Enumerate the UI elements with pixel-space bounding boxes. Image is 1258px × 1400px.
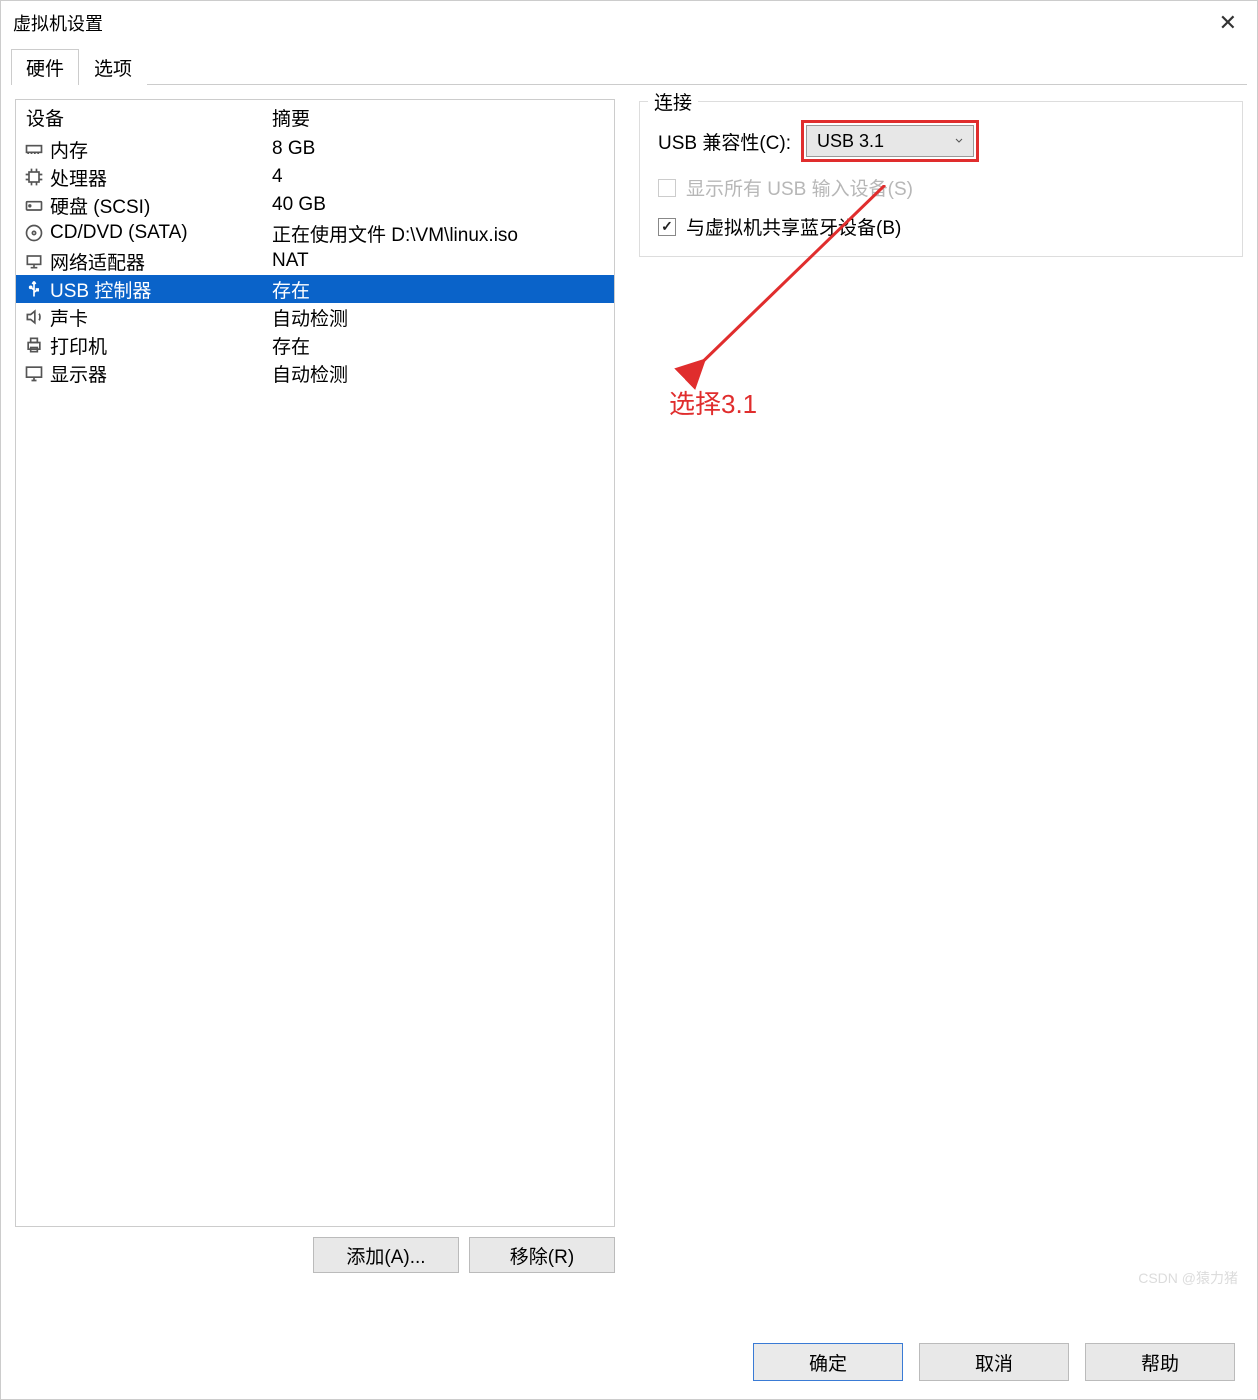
device-summary: 8 GB	[272, 138, 608, 160]
usb-compat-label: USB 兼容性(C):	[658, 128, 791, 155]
device-name: 硬盘 (SCSI)	[50, 192, 272, 219]
usb-compat-row: USB 兼容性(C): USB 3.1	[658, 120, 1224, 162]
device-list: 设备 摘要 内存 8 GB 处理器 4 硬盘 (SCSI) 40 GB	[15, 99, 615, 1227]
device-row-network[interactable]: 网络适配器 NAT	[16, 247, 614, 275]
device-list-header: 设备 摘要	[16, 100, 614, 135]
device-row-printer[interactable]: 打印机 存在	[16, 331, 614, 359]
connection-legend: 连接	[648, 88, 698, 115]
close-button[interactable]: ✕	[1211, 6, 1245, 40]
printer-icon	[22, 333, 46, 357]
device-summary: 存在	[272, 276, 608, 303]
memory-icon	[22, 137, 46, 161]
usb-icon	[22, 277, 46, 301]
device-name: CD/DVD (SATA)	[50, 222, 272, 244]
share-bluetooth-checkbox[interactable]	[658, 218, 676, 236]
device-summary: NAT	[272, 250, 608, 272]
device-name: 声卡	[50, 304, 272, 331]
device-name: 内存	[50, 136, 272, 163]
tab-hardware[interactable]: 硬件	[11, 49, 79, 85]
device-summary: 自动检测	[272, 304, 608, 331]
col-header-summary: 摘要	[272, 104, 608, 131]
cd-icon	[22, 221, 46, 245]
device-name: 显示器	[50, 360, 272, 387]
annotation-text: 选择3.1	[669, 384, 757, 421]
left-pane: 设备 摘要 内存 8 GB 处理器 4 硬盘 (SCSI) 40 GB	[15, 99, 615, 1327]
help-button[interactable]: 帮助	[1085, 1343, 1235, 1381]
device-row-cpu[interactable]: 处理器 4	[16, 163, 614, 191]
dialog-footer: 确定 取消 帮助	[1, 1327, 1257, 1399]
annotation-highlight-box: USB 3.1	[801, 120, 979, 162]
cpu-icon	[22, 165, 46, 189]
share-bluetooth-label: 与虚拟机共享蓝牙设备(B)	[686, 213, 901, 240]
device-row-hdd[interactable]: 硬盘 (SCSI) 40 GB	[16, 191, 614, 219]
connection-fieldset: 连接 USB 兼容性(C): USB 3.1 显示所有 USB 输入设备(S)	[639, 101, 1243, 257]
add-device-button[interactable]: 添加(A)...	[313, 1237, 459, 1273]
chevron-down-icon	[953, 131, 965, 152]
usb-compat-value: USB 3.1	[817, 131, 884, 152]
vm-settings-window: 虚拟机设置 ✕ 硬件 选项 设备 摘要 内存 8 GB 处理器	[0, 0, 1258, 1400]
show-all-usb-label: 显示所有 USB 输入设备(S)	[686, 174, 913, 201]
tab-bar: 硬件 选项	[1, 45, 1257, 85]
device-row-usb[interactable]: USB 控制器 存在	[16, 275, 614, 303]
show-all-usb-checkbox	[658, 179, 676, 197]
device-name: 网络适配器	[50, 248, 272, 275]
window-title: 虚拟机设置	[13, 10, 1211, 36]
device-row-display[interactable]: 显示器 自动检测	[16, 359, 614, 387]
device-summary: 4	[272, 166, 608, 188]
tab-options[interactable]: 选项	[79, 49, 147, 85]
sound-icon	[22, 305, 46, 329]
show-all-usb-row: 显示所有 USB 输入设备(S)	[658, 174, 1224, 201]
device-row-memory[interactable]: 内存 8 GB	[16, 135, 614, 163]
device-name: USB 控制器	[50, 276, 272, 303]
display-icon	[22, 361, 46, 385]
hdd-icon	[22, 193, 46, 217]
usb-compat-select[interactable]: USB 3.1	[806, 125, 974, 157]
device-summary: 存在	[272, 332, 608, 359]
device-name: 打印机	[50, 332, 272, 359]
device-row-sound[interactable]: 声卡 自动检测	[16, 303, 614, 331]
device-row-cd[interactable]: CD/DVD (SATA) 正在使用文件 D:\VM\linux.iso	[16, 219, 614, 247]
device-summary: 自动检测	[272, 360, 608, 387]
titlebar: 虚拟机设置 ✕	[1, 1, 1257, 45]
tab-spacer	[147, 49, 1247, 85]
share-bluetooth-row: 与虚拟机共享蓝牙设备(B)	[658, 213, 1224, 240]
device-buttons: 添加(A)... 移除(R)	[15, 1227, 615, 1287]
device-summary: 40 GB	[272, 194, 608, 216]
col-header-device: 设备	[26, 104, 272, 131]
device-name: 处理器	[50, 164, 272, 191]
ok-button[interactable]: 确定	[753, 1343, 903, 1381]
remove-device-button[interactable]: 移除(R)	[469, 1237, 615, 1273]
device-summary: 正在使用文件 D:\VM\linux.iso	[272, 220, 608, 247]
dialog-body: 设备 摘要 内存 8 GB 处理器 4 硬盘 (SCSI) 40 GB	[1, 85, 1257, 1327]
cancel-button[interactable]: 取消	[919, 1343, 1069, 1381]
network-icon	[22, 249, 46, 273]
right-pane: 连接 USB 兼容性(C): USB 3.1 显示所有 USB 输入设备(S)	[639, 99, 1243, 1327]
